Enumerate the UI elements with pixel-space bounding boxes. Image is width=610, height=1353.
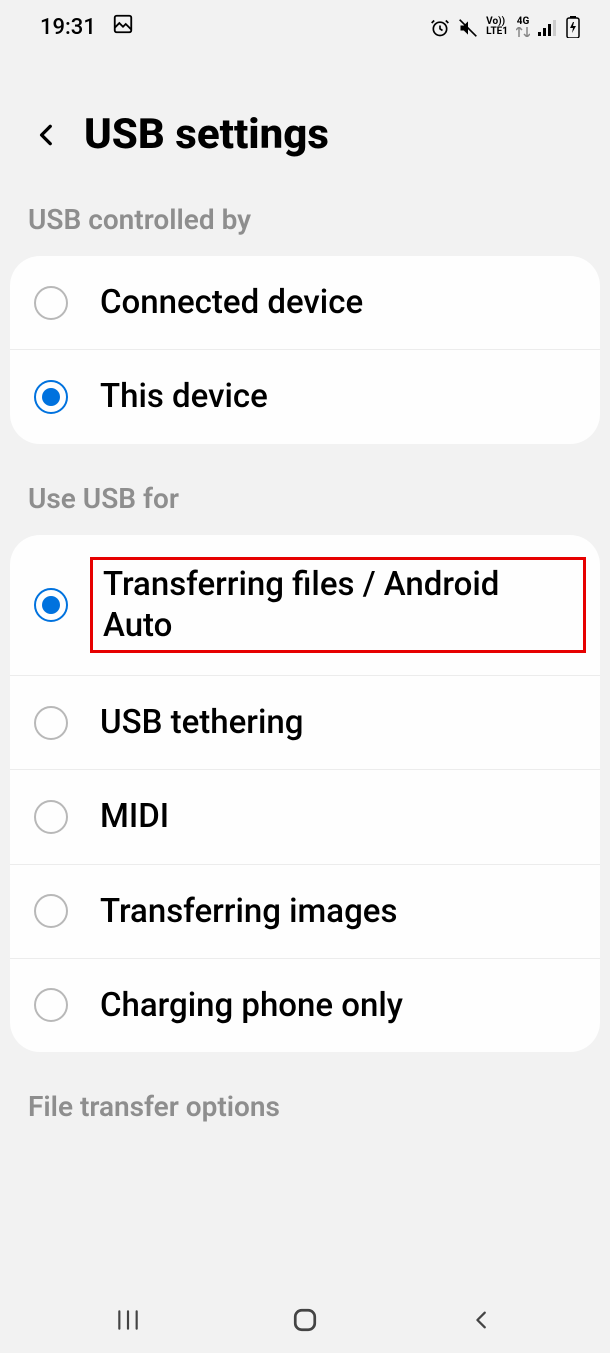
radio-icon (34, 800, 68, 834)
section-label-use-for: Use USB for (0, 474, 610, 535)
network-indicator: 4G (516, 17, 530, 37)
status-time: 19:31 (40, 15, 96, 40)
card-use-for: Transferring files / Android Auto USB te… (10, 535, 600, 1053)
section-label-file-transfer: File transfer options (0, 1082, 610, 1143)
option-midi[interactable]: MIDI (10, 770, 600, 864)
nav-recents[interactable] (108, 1307, 148, 1333)
option-transferring-images[interactable]: Transferring images (10, 865, 600, 959)
alarm-icon (430, 16, 450, 37)
option-label: Charging phone only (100, 985, 576, 1026)
page-title: USB settings (84, 110, 329, 159)
option-label: Connected device (100, 282, 576, 323)
back-button[interactable] (32, 120, 62, 150)
option-connected-device[interactable]: Connected device (10, 256, 600, 350)
option-label: Transferring files / Android Auto (100, 561, 576, 650)
section-label-controlled-by: USB controlled by (0, 195, 610, 256)
nav-home[interactable] (285, 1307, 325, 1333)
nav-bar (0, 1287, 610, 1353)
battery-icon (566, 16, 580, 38)
gallery-icon (112, 13, 134, 41)
option-label: Transferring images (100, 891, 576, 932)
highlighted-option: Transferring files / Android Auto (90, 557, 586, 654)
option-charging-only[interactable]: Charging phone only (10, 959, 600, 1052)
option-usb-tethering[interactable]: USB tethering (10, 676, 600, 770)
radio-icon (34, 894, 68, 928)
radio-icon (34, 988, 68, 1022)
option-this-device[interactable]: This device (10, 350, 600, 443)
volte-indicator: Vo)) LTE1 (486, 17, 508, 37)
signal-icon (538, 17, 558, 38)
status-bar: 19:31 Vo)) LTE1 4G (0, 0, 610, 48)
radio-icon (34, 286, 68, 320)
page-header: USB settings (0, 48, 610, 195)
radio-icon (34, 588, 68, 622)
card-controlled-by: Connected device This device (10, 256, 600, 444)
option-label: This device (100, 376, 576, 417)
option-label: USB tethering (100, 702, 576, 743)
option-label: MIDI (100, 796, 576, 837)
nav-back[interactable] (462, 1309, 502, 1331)
radio-icon (34, 380, 68, 414)
option-transferring-files[interactable]: Transferring files / Android Auto (10, 535, 600, 677)
mute-icon (458, 16, 478, 37)
radio-icon (34, 706, 68, 740)
